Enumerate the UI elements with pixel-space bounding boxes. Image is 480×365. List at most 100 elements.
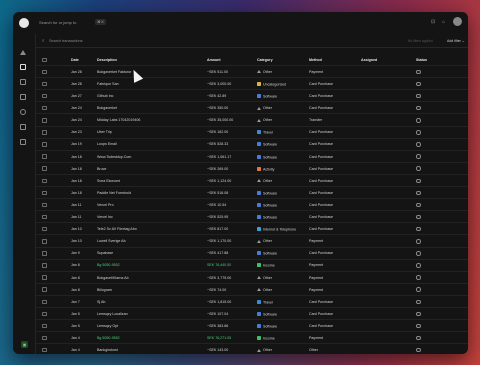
column-header-method[interactable]: Method (309, 58, 322, 62)
table-row[interactable]: Jan 18 Bruce −SEK 269.00 Activity Card Purch… (36, 163, 468, 175)
row-checkbox[interactable] (42, 251, 47, 256)
status-icon[interactable] (416, 214, 421, 220)
row-checkbox[interactable] (42, 226, 47, 232)
global-search-input[interactable]: Search for or jump to (39, 20, 76, 25)
vault-icon[interactable] (20, 124, 26, 130)
row-category[interactable]: Activity (257, 166, 274, 171)
status-icon[interactable] (416, 299, 421, 304)
row-category[interactable]: Other (257, 70, 272, 74)
status-icon[interactable] (416, 166, 421, 171)
column-header-date[interactable]: Date (71, 58, 79, 62)
table-row[interactable]: Jan 11 Vercel Pro −SEK 10.54 Software Card P… (36, 199, 468, 212)
row-checkbox[interactable] (42, 105, 47, 111)
table-row[interactable]: Jan 27 Github Inc −SEK 42.89 Software Card P… (36, 90, 468, 103)
status-icon[interactable] (416, 347, 421, 353)
status-icon[interactable] (416, 118, 421, 123)
row-checkbox[interactable] (42, 287, 47, 292)
add-filter-button[interactable]: Add filter ⌄ (447, 39, 465, 43)
column-header-amount[interactable]: Amount (207, 58, 221, 62)
row-checkbox[interactable] (42, 93, 47, 99)
settings-icon[interactable] (20, 139, 26, 145)
transactions-icon[interactable] (20, 64, 26, 70)
table-row[interactable]: Jan 7 Sj Ab −SEK 1,815.00 Travel Card Purcha… (36, 296, 468, 308)
status-icon[interactable] (416, 178, 421, 183)
status-icon[interactable] (416, 311, 421, 317)
row-category[interactable]: Software (257, 215, 277, 220)
table-row[interactable]: Jan 18 Paddle Net Formbold −SEK 516.08 Soft… (36, 187, 468, 200)
row-category[interactable]: Travel (257, 299, 273, 304)
status-icon[interactable] (416, 93, 421, 99)
row-category[interactable]: Other (257, 239, 272, 243)
status-icon[interactable] (416, 323, 421, 329)
table-row[interactable]: Jan 18 Svea Ekonomi −SEK 1,124.00 Other Card… (36, 175, 468, 187)
status-icon[interactable] (416, 69, 421, 75)
row-checkbox[interactable] (42, 202, 47, 208)
row-category[interactable]: Software (257, 311, 277, 316)
row-category[interactable]: Software (257, 323, 277, 328)
row-checkbox[interactable] (42, 263, 47, 268)
status-icon[interactable] (416, 275, 421, 280)
status-icon[interactable] (416, 142, 421, 147)
row-category[interactable]: Other (257, 106, 272, 110)
table-row[interactable]: Jan 18 Www.Todesktop.Com −SEK 1,061.17 Soft… (36, 151, 468, 163)
table-row[interactable]: Jan 24 Bokgaverket −SEK 350.00 Other Card Pu… (36, 102, 468, 115)
row-checkbox[interactable] (42, 166, 47, 171)
row-category[interactable]: Uncategorized (257, 81, 286, 86)
row-checkbox[interactable] (42, 214, 47, 220)
row-category[interactable]: Other (257, 288, 272, 292)
row-category[interactable]: Other (257, 276, 272, 280)
tracker-icon[interactable] (20, 109, 26, 115)
notification-icon[interactable]: ⊡ (431, 19, 435, 25)
table-row[interactable]: Jan 4 Bankgirokost −SEK 143.00 Other Other (36, 344, 468, 354)
row-checkbox[interactable] (42, 311, 47, 317)
status-icon[interactable] (416, 239, 421, 244)
table-row[interactable]: Jan 8 Billogram −SEK 74.00 Other Payment (36, 284, 468, 296)
row-checkbox[interactable] (42, 323, 47, 329)
column-header-category[interactable]: Category (257, 58, 273, 62)
table-row[interactable]: Jan 10 Tele2 Sv AV Företag Abo −SEK 817.00… (36, 223, 468, 236)
table-row[interactable]: Jan 8 Bg 5050-9552 SEK 76,440.00 Income Paym… (36, 260, 468, 272)
invoices-icon[interactable] (20, 94, 26, 100)
table-row[interactable]: Jan 23 Uber Trip −SEK 162.00 Travel Card Pur… (36, 127, 468, 139)
table-row[interactable]: Jan 11 Vercel Inc −SEK 525.95 Software Card … (36, 211, 468, 224)
status-icon[interactable] (416, 130, 421, 135)
table-row[interactable]: Jan 24 Midday Labs 17042019406 −SEK 35,000… (36, 115, 468, 127)
transactions-search-input[interactable]: Search transactions (49, 39, 83, 43)
row-category[interactable]: Software (257, 202, 277, 207)
row-category[interactable]: Other (257, 179, 272, 183)
row-category[interactable]: Income (257, 263, 275, 268)
row-checkbox[interactable] (42, 142, 47, 147)
status-icon[interactable] (416, 81, 421, 87)
row-category[interactable]: Other (257, 348, 272, 352)
row-checkbox[interactable] (42, 118, 47, 123)
status-icon[interactable] (416, 335, 421, 341)
table-row[interactable]: Jan 10 Lowell Sverige Ab −SEK 1,170.00 Othe… (36, 236, 468, 248)
row-checkbox[interactable] (42, 81, 47, 87)
table-row[interactable]: Jan 8 Bokgavet/Klarna Ab −SEK 3,775.00 Othe… (36, 272, 468, 284)
row-category[interactable]: Income (257, 336, 275, 341)
column-header-description[interactable]: Description (97, 58, 117, 62)
row-checkbox[interactable] (42, 239, 47, 244)
row-checkbox[interactable] (42, 335, 47, 341)
inbox-icon[interactable] (20, 79, 26, 85)
table-row[interactable]: Jan 28 Fabrique San −SEK 3,000.00 Uncategor… (36, 78, 468, 91)
select-all-checkbox[interactable] (42, 57, 47, 62)
row-category[interactable]: Software (257, 251, 277, 256)
table-row[interactable]: Jan 4 Bg 5050-9552 SEK 76,271.05 Income Paym… (36, 332, 468, 345)
status-icon[interactable] (416, 226, 421, 232)
row-checkbox[interactable] (42, 130, 47, 135)
status-icon[interactable] (416, 202, 421, 208)
row-checkbox[interactable] (42, 275, 47, 280)
status-icon[interactable] (416, 105, 421, 111)
feedback-icon[interactable]: ▣ (21, 341, 28, 348)
row-category[interactable]: Internet & Telephone (257, 227, 296, 232)
overview-icon[interactable] (20, 42, 26, 55)
row-checkbox[interactable] (42, 347, 47, 353)
status-icon[interactable] (416, 263, 421, 268)
row-checkbox[interactable] (42, 190, 47, 196)
status-icon[interactable] (416, 287, 421, 292)
table-row[interactable]: Jan 28 Bokgaverket Fakturor −SEK 511.00 Oth… (36, 66, 468, 79)
status-icon[interactable] (416, 251, 421, 256)
row-checkbox[interactable] (42, 178, 47, 183)
app-logo[interactable] (19, 18, 29, 28)
